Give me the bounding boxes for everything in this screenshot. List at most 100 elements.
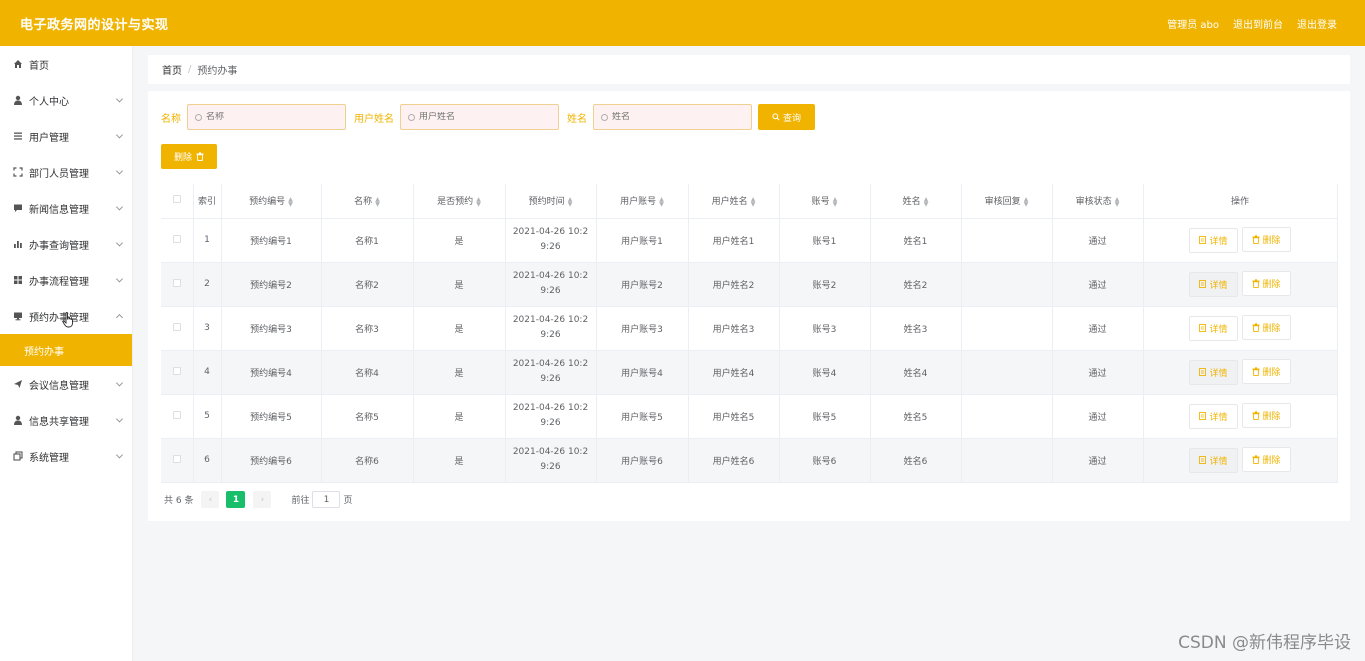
sort-icon[interactable]: ▲ ▼ — [476, 196, 481, 207]
cell-booked: 是 — [413, 438, 506, 483]
goto-page-input[interactable] — [312, 491, 341, 508]
realname-input[interactable] — [612, 112, 742, 122]
prev-page-button[interactable]: ‹ — [201, 491, 220, 508]
column-header[interactable]: 姓名 ▲ ▼ — [870, 184, 962, 219]
sidebar-item-home[interactable]: 首页 — [0, 46, 132, 82]
username-field[interactable] — [400, 104, 559, 130]
detail-button[interactable]: 详情 — [1189, 447, 1238, 473]
sidebar-item-meeting[interactable]: 会议信息管理 — [0, 366, 132, 402]
column-header[interactable]: 用户账号 ▲ ▼ — [596, 184, 689, 219]
chevron-down-icon — [115, 131, 124, 139]
goto-front-link[interactable]: 退出到前台 — [1233, 16, 1283, 31]
row-checkbox[interactable] — [172, 278, 181, 287]
column-header[interactable]: 名称 ▲ ▼ — [321, 184, 414, 219]
sort-icon[interactable]: ▲ ▼ — [1024, 196, 1029, 207]
row-delete-button[interactable]: 删除 — [1241, 315, 1291, 341]
row-checkbox[interactable] — [172, 234, 181, 243]
column-header[interactable]: 审核回复 ▲ ▼ — [961, 184, 1053, 219]
column-header[interactable]: 账号 ▲ ▼ — [779, 184, 871, 219]
chart-icon — [13, 239, 23, 249]
column-header[interactable]: 用户姓名 ▲ ▼ — [688, 184, 780, 219]
column-header[interactable]: 审核状态 ▲ ▼ — [1052, 184, 1144, 219]
row-delete-button[interactable]: 删除 — [1241, 359, 1291, 385]
cell-time: 2021-04-26 10:2 9:26 — [505, 350, 597, 395]
chevron-down-icon — [115, 379, 124, 387]
username-label: 用户姓名 — [354, 113, 394, 125]
cell-reply — [961, 262, 1053, 307]
realname-field[interactable] — [593, 104, 752, 130]
document-icon — [1199, 456, 1207, 465]
row-checkbox[interactable] — [172, 454, 181, 463]
trash-icon — [1252, 411, 1259, 421]
chevron-down-icon — [115, 95, 124, 103]
sidebar-item-query[interactable]: 办事查询管理 — [0, 226, 132, 262]
sidebar-item-news[interactable]: 新闻信息管理 — [0, 190, 132, 226]
cell-username: 用户姓名3 — [688, 306, 780, 351]
page-number-active[interactable]: 1 — [226, 491, 246, 508]
breadcrumb-home[interactable]: 首页 — [162, 62, 182, 77]
query-button[interactable]: 查询 — [758, 104, 815, 130]
detail-button[interactable]: 详情 — [1189, 403, 1238, 429]
detail-button[interactable]: 详情 — [1189, 315, 1238, 341]
detail-button[interactable]: 详情 — [1189, 271, 1238, 297]
cell-name: 名称6 — [321, 438, 414, 483]
sort-icon[interactable]: ▲ ▼ — [833, 196, 838, 207]
name-label: 名称 — [161, 113, 181, 125]
column-header[interactable]: 是否预约 ▲ ▼ — [413, 184, 506, 219]
logout-link[interactable]: 退出登录 — [1297, 16, 1337, 31]
name-field[interactable] — [187, 104, 346, 130]
sort-icon[interactable]: ▲ ▼ — [1115, 196, 1120, 207]
sort-icon[interactable]: ▲ ▼ — [659, 196, 664, 207]
sort-icon[interactable]: ▲ ▼ — [375, 196, 380, 207]
cell-acct: 账号4 — [779, 350, 871, 395]
sort-icon[interactable]: ▲ ▼ — [568, 196, 573, 207]
sidebar-subitem-appointment[interactable]: 预约办事 — [0, 334, 132, 366]
cell-booked: 是 — [413, 218, 506, 263]
trash-icon — [1252, 279, 1259, 289]
chevron-down-icon — [115, 239, 124, 247]
name-input[interactable] — [206, 112, 336, 122]
row-checkbox[interactable] — [172, 322, 181, 331]
cell-username: 用户姓名5 — [688, 394, 780, 439]
row-delete-button[interactable]: 删除 — [1241, 447, 1291, 473]
document-icon — [1199, 412, 1207, 421]
cell-account: 用户账号6 — [596, 438, 689, 483]
batch-delete-button[interactable]: 删除 — [161, 144, 217, 169]
cell-name: 名称2 — [321, 262, 414, 307]
table-row: 3 预约编号3 名称3 是 2021-04-26 10:2 9:26 用户账号3 用户姓名3 账… — [161, 306, 1338, 351]
row-delete-button[interactable]: 删除 — [1241, 227, 1291, 253]
cell-username: 用户姓名2 — [688, 262, 780, 307]
cell-reply — [961, 438, 1053, 483]
sort-icon[interactable]: ▲ ▼ — [751, 196, 756, 207]
sort-icon[interactable]: ▲ ▼ — [924, 196, 929, 207]
column-header: 索引 — [193, 184, 222, 219]
table-row: 4 预约编号4 名称4 是 2021-04-26 10:2 9:26 用户账号4 用户姓名4 账… — [161, 350, 1338, 395]
username-input[interactable] — [419, 112, 549, 122]
row-checkbox[interactable] — [172, 366, 181, 375]
cell-code: 预约编号1 — [221, 218, 322, 263]
next-page-button[interactable]: › — [253, 491, 272, 508]
column-header[interactable]: 预约编号 ▲ ▼ — [221, 184, 322, 219]
sort-icon[interactable]: ▲ ▼ — [288, 196, 293, 207]
goto-page: 前往 页 — [291, 491, 352, 508]
cell-index: 3 — [193, 306, 222, 351]
row-delete-button[interactable]: 删除 — [1241, 403, 1291, 429]
sidebar-item-share[interactable]: 信息共享管理 — [0, 402, 132, 438]
detail-button[interactable]: 详情 — [1189, 359, 1238, 385]
sidebar-item-system[interactable]: 系统管理 — [0, 438, 132, 474]
detail-button[interactable]: 详情 — [1189, 227, 1238, 253]
row-delete-button[interactable]: 删除 — [1241, 271, 1291, 297]
sidebar-item-department[interactable]: 部门人员管理 — [0, 154, 132, 190]
row-checkbox[interactable] — [172, 410, 181, 419]
cell-status: 通过 — [1052, 438, 1144, 483]
column-header[interactable]: 预约时间 ▲ ▼ — [505, 184, 597, 219]
sidebar-item-users[interactable]: 用户管理 — [0, 118, 132, 154]
sidebar-item-personal[interactable]: 个人中心 — [0, 82, 132, 118]
select-all-checkbox[interactable] — [172, 195, 181, 204]
chevron-down-icon — [115, 203, 124, 211]
home-icon — [13, 59, 23, 69]
cell-code: 预约编号5 — [221, 394, 322, 439]
row-select-cell — [161, 350, 194, 395]
sidebar-item-process[interactable]: 办事流程管理 — [0, 262, 132, 298]
cell-realname: 姓名4 — [870, 350, 962, 395]
